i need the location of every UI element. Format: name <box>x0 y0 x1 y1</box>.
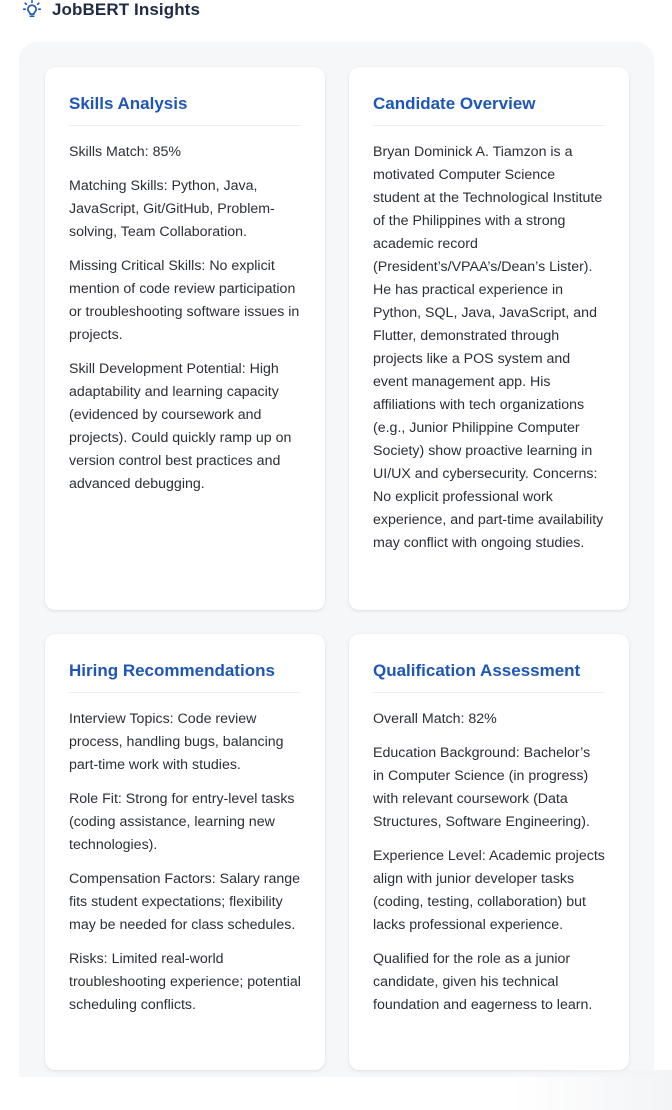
card-title: Skills Analysis <box>69 93 301 126</box>
skill-potential-text: Skill Development Potential: High adapta… <box>69 361 292 492</box>
insights-header: JobBERT Insights <box>22 0 200 20</box>
risks-text: Risks: Limited real-world troubleshootin… <box>69 951 301 1013</box>
card-title: Hiring Recommendations <box>69 660 301 693</box>
skills-match-text: Skills Match: 85% <box>69 144 181 160</box>
compensation-text: Compensation Factors: Salary range fits … <box>69 871 301 933</box>
bottom-fade <box>512 1070 672 1110</box>
qualified-text: Qualified for the role as a junior candi… <box>373 951 593 1013</box>
skills-analysis-card: Skills Analysis Skills Match: 85% Matchi… <box>45 67 325 610</box>
matching-skills-text: Matching Skills: Python, Java, JavaScrip… <box>69 178 275 240</box>
lightbulb-icon <box>22 0 42 20</box>
card-title: Qualification Assessment <box>373 660 605 693</box>
qualification-assessment-card: Qualification Assessment Overall Match: … <box>349 634 629 1070</box>
page-title: JobBERT Insights <box>52 0 200 19</box>
interview-topics-text: Interview Topics: Code review process, h… <box>69 711 284 773</box>
card-title: Candidate Overview <box>373 93 605 126</box>
education-text: Education Background: Bachelor’s in Comp… <box>373 745 591 830</box>
role-fit-text: Role Fit: Strong for entry-level tasks (… <box>69 791 295 853</box>
missing-skills-text: Missing Critical Skills: No explicit men… <box>69 258 300 343</box>
experience-text: Experience Level: Academic projects alig… <box>373 848 605 933</box>
overall-match-text: Overall Match: 82% <box>373 711 497 727</box>
overview-text: Bryan Dominick A. Tiamzon is a motivated… <box>373 144 604 551</box>
candidate-overview-card: Candidate Overview Bryan Dominick A. Tia… <box>349 67 629 610</box>
hiring-recommendations-card: Hiring Recommendations Interview Topics:… <box>45 634 325 1070</box>
insights-panel: Skills Analysis Skills Match: 85% Matchi… <box>19 42 654 1077</box>
